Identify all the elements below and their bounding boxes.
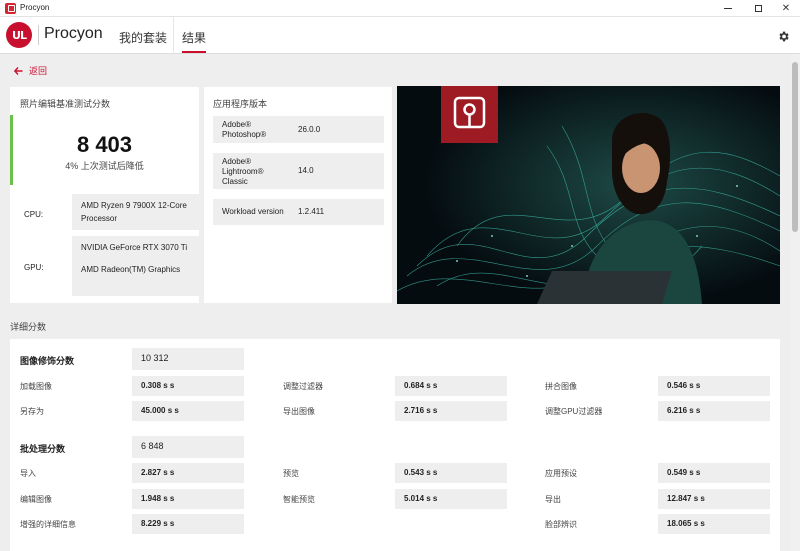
score-comparison: 4% 上次测试后降低 (65, 161, 144, 171)
active-tab-indicator (182, 51, 206, 53)
minimize-button[interactable] (714, 0, 742, 17)
metric-label: 预览 (283, 469, 299, 478)
maximize-button[interactable] (744, 0, 772, 17)
close-icon: ✕ (781, 3, 791, 14)
metric-value: 0.684 s s (395, 376, 507, 396)
gpu-label: GPU: (24, 263, 44, 272)
detail-scores-title: 详细分数 (10, 322, 47, 332)
metric-label: 导出 (545, 495, 561, 504)
close-button[interactable]: ✕ (772, 0, 800, 17)
hero-image (397, 86, 780, 304)
metric-value: 0.546 s s (658, 376, 770, 396)
metric-value: 45.000 s s (132, 401, 244, 421)
tab-results[interactable]: 结果 (182, 29, 206, 46)
section-title-batch: 批处理分数 (20, 444, 66, 454)
metric-label: 调整GPU过滤器 (545, 407, 603, 416)
metric-value: 0.543 s s (395, 463, 507, 483)
metric-label: 另存为 (20, 407, 44, 416)
metric-value: 12.847 s s (658, 489, 770, 509)
ul-logo: UL (6, 22, 32, 48)
minimize-icon (724, 8, 732, 9)
metric-value: 1.948 s s (132, 489, 244, 509)
nav-divider (173, 17, 174, 54)
gpu-value-2: AMD Radeon(TM) Graphics (81, 265, 181, 274)
score-card-title: 照片编辑基准测试分数 (20, 99, 111, 109)
back-label: 返回 (29, 66, 48, 76)
metric-label: 导出图像 (283, 407, 315, 416)
version-row-value: 1.2.411 (298, 207, 325, 216)
version-row-name: Workload version (222, 207, 284, 216)
arrow-left-icon (14, 66, 23, 75)
cpu-label: CPU: (24, 210, 44, 219)
metric-label: 智能预览 (283, 495, 315, 504)
maximize-icon (754, 5, 762, 12)
metric-value: 18.065 s s (658, 514, 770, 534)
tab-my-suites[interactable]: 我的套装 (119, 29, 167, 46)
version-row-photoshop: Adobe® Photoshop® 26.0.0 (213, 116, 384, 143)
app-header: UL Procyon 我的套装 结果 (0, 17, 800, 54)
metric-value: 8.229 s s (132, 514, 244, 534)
version-row-value: 14.0 (298, 166, 314, 175)
scrollbar-thumb[interactable] (792, 62, 798, 232)
version-row-value: 26.0.0 (298, 125, 321, 134)
gpu-value-1: NVIDIA GeForce RTX 3070 Ti (81, 243, 188, 252)
section-title-retouch: 图像修饰分数 (20, 356, 75, 366)
detail-scores-card: 图像修饰分数 10 312 加载图像 0.308 s s 调整过滤器 0.684… (10, 339, 780, 551)
section-score-batch: 6 848 (132, 436, 244, 458)
metric-label: 拼合图像 (545, 382, 577, 391)
brand-name: Procyon (44, 25, 103, 42)
benchmark-score-card: 照片编辑基准测试分数 8 403 4% 上次测试后降低 CPU: AMD Ryz… (10, 87, 200, 303)
metric-label: 加载图像 (20, 382, 52, 391)
version-row-name: Adobe® Photoshop® (222, 120, 267, 139)
metric-label: 导入 (20, 469, 36, 478)
metric-value: 2.827 s s (132, 463, 244, 483)
section-score-retouch: 10 312 (132, 348, 244, 370)
metric-value: 2.716 s s (395, 401, 507, 421)
window-titlebar: Procyon ✕ (0, 0, 800, 17)
version-row-lightroom: Adobe® Lightroom® Classic 14.0 (213, 153, 384, 189)
app-icon (5, 3, 16, 14)
metric-label: 增强的详细信息 (20, 520, 76, 529)
metric-label: 应用预设 (545, 469, 577, 478)
metric-value: 6.216 s s (658, 401, 770, 421)
metric-label: 调整过滤器 (283, 382, 323, 391)
cpu-value: AMD Ryzen 9 7900X 12-Core Processor (72, 194, 200, 230)
version-row-workload: Workload version 1.2.411 (213, 199, 384, 225)
gpu-values: NVIDIA GeForce RTX 3070 Ti AMD Radeon(TM… (72, 236, 200, 296)
version-row-name: Adobe® Lightroom® Classic (222, 157, 264, 186)
version-card-title: 应用程序版本 (213, 99, 268, 109)
window-title: Procyon (20, 3, 50, 12)
app-version-card: 应用程序版本 Adobe® Photoshop® 26.0.0 Adobe® L… (204, 87, 392, 303)
metric-value: 5.014 s s (395, 489, 507, 509)
brand-divider (38, 25, 39, 45)
metric-label: 脸部辨识 (545, 520, 577, 529)
vertical-scrollbar[interactable] (790, 54, 800, 551)
metric-value: 0.308 s s (132, 376, 244, 396)
metric-label: 编辑图像 (20, 495, 52, 504)
overall-score: 8 403 (76, 132, 133, 157)
back-link[interactable]: 返回 (14, 64, 47, 77)
metric-value: 0.549 s s (658, 463, 770, 483)
gear-icon[interactable] (777, 30, 790, 43)
